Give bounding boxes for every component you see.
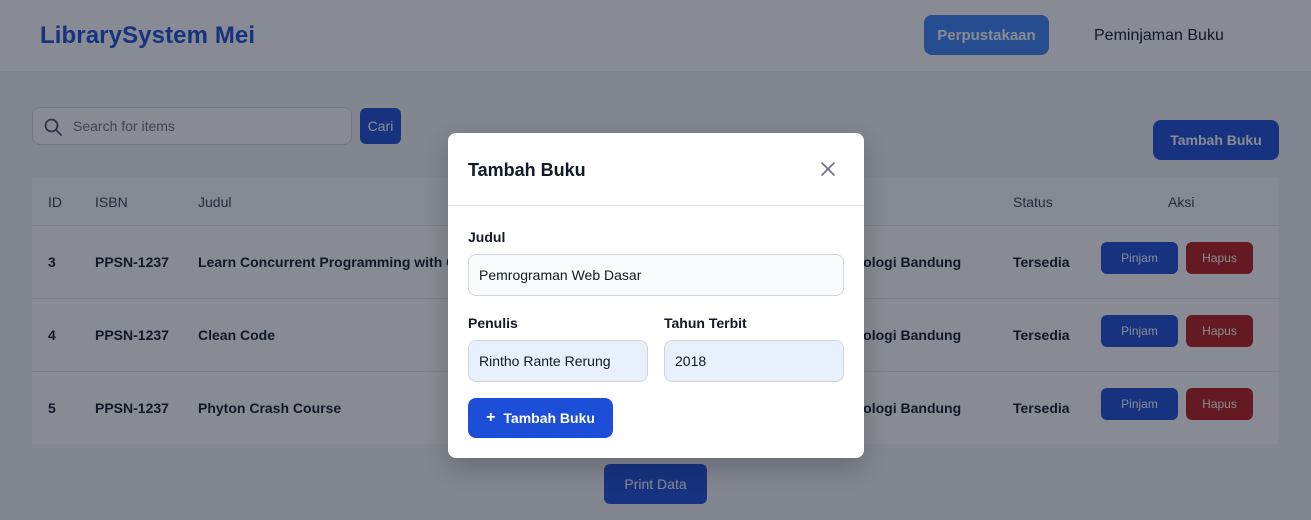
- submit-add-book-button[interactable]: + Tambah Buku: [468, 398, 613, 438]
- submit-label: Tambah Buku: [503, 410, 595, 426]
- modal-title: Tambah Buku: [468, 160, 586, 180]
- tahun-terbit-label: Tahun Terbit: [664, 315, 747, 331]
- judul-label: Judul: [468, 229, 506, 245]
- modal-header: Tambah Buku: [448, 133, 864, 206]
- penulis-label: Penulis: [468, 315, 518, 331]
- judul-field[interactable]: [468, 254, 844, 296]
- tahun-terbit-field[interactable]: [664, 340, 844, 382]
- plus-icon: +: [486, 409, 496, 426]
- penulis-field[interactable]: [468, 340, 648, 382]
- add-book-modal: Tambah Buku Judul Penulis Tahun Terbit +…: [448, 133, 864, 458]
- close-icon[interactable]: [818, 159, 838, 179]
